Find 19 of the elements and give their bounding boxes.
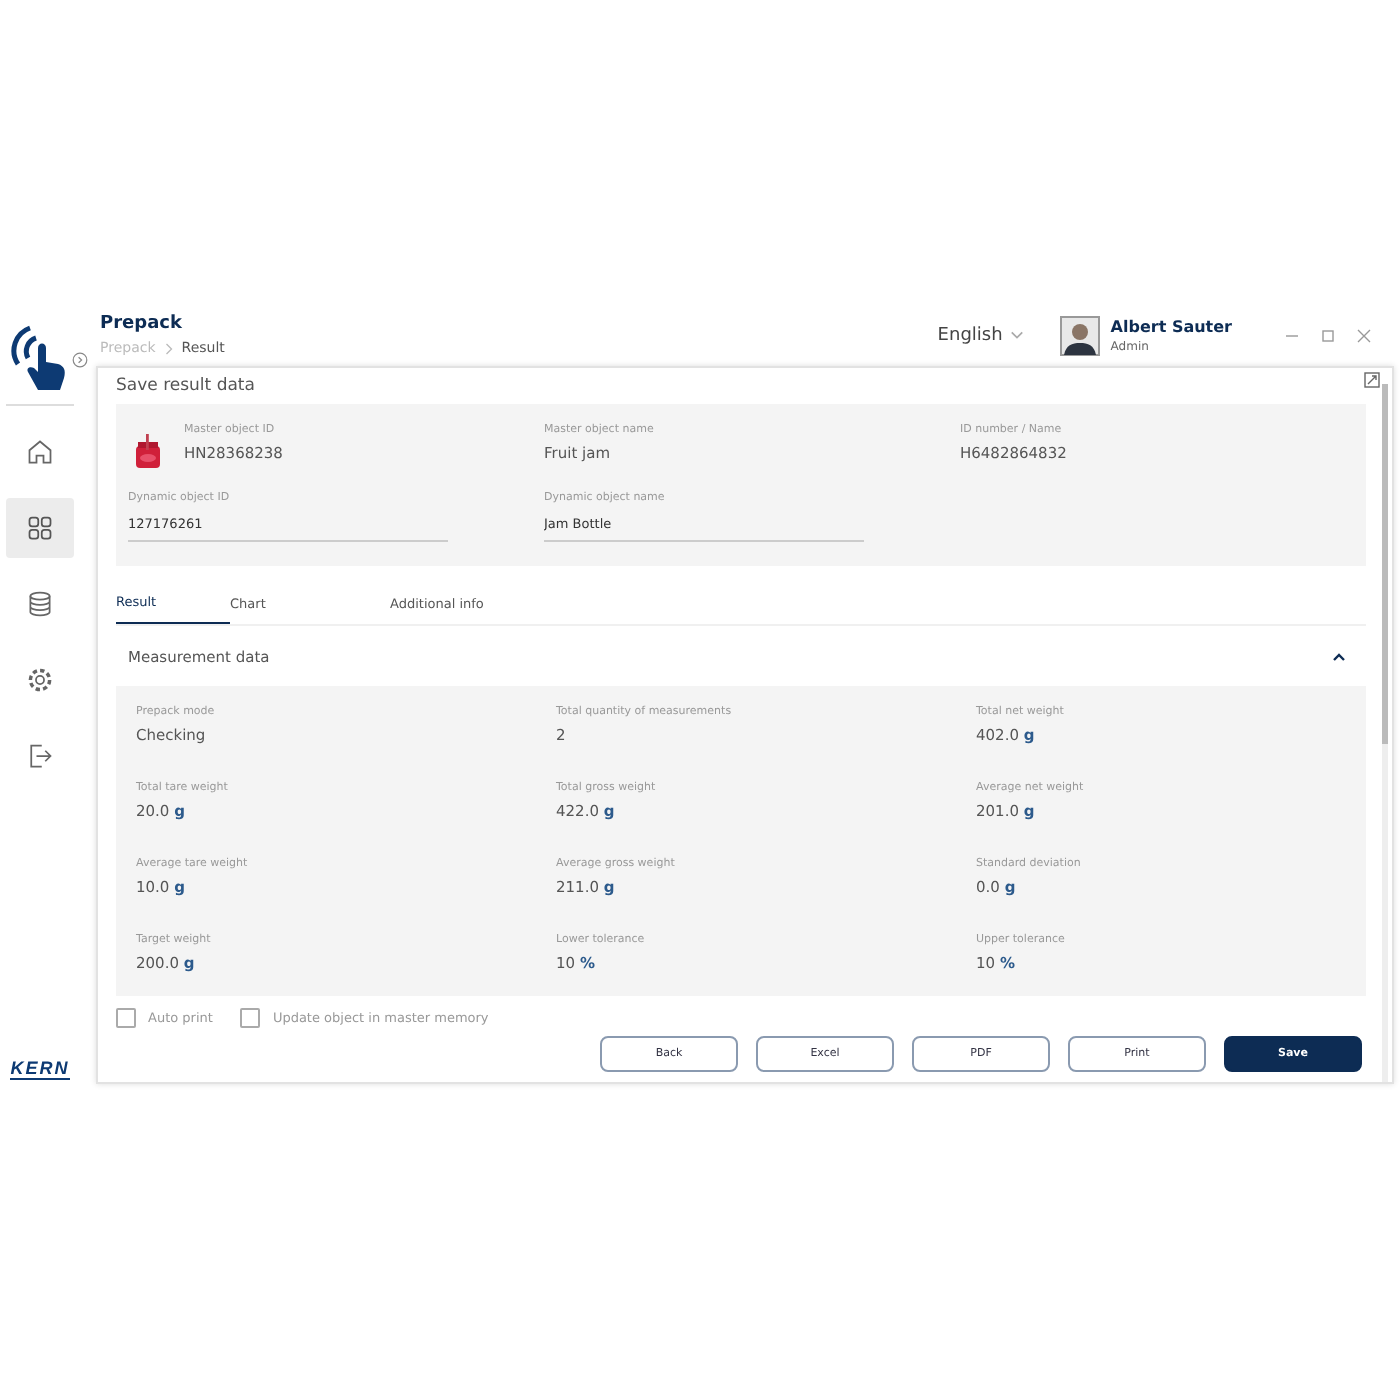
logout-icon — [26, 742, 54, 770]
chevron-down-icon — [1010, 330, 1025, 340]
close-icon[interactable] — [1356, 327, 1372, 343]
page-title: Prepack — [100, 314, 184, 334]
fullscreen-icon[interactable] — [1364, 372, 1380, 388]
expand-icon[interactable] — [72, 352, 88, 368]
scrollbar[interactable] — [1382, 384, 1388, 1082]
chevron-up-icon[interactable] — [1332, 651, 1346, 661]
grid-icon — [26, 514, 54, 542]
home-icon — [26, 438, 54, 466]
panel-title: Save result data — [116, 376, 257, 400]
nav-button[interactable] — [6, 498, 74, 558]
database-icon — [26, 590, 54, 618]
chevron-right-icon — [163, 341, 174, 355]
settings-icon — [26, 666, 54, 694]
avatar-icon — [1060, 315, 1101, 355]
user-name: Albert Sauter — [1110, 317, 1232, 335]
language-select[interactable]: English — [925, 323, 1037, 347]
brand-logo: KERN — [10, 1058, 70, 1080]
